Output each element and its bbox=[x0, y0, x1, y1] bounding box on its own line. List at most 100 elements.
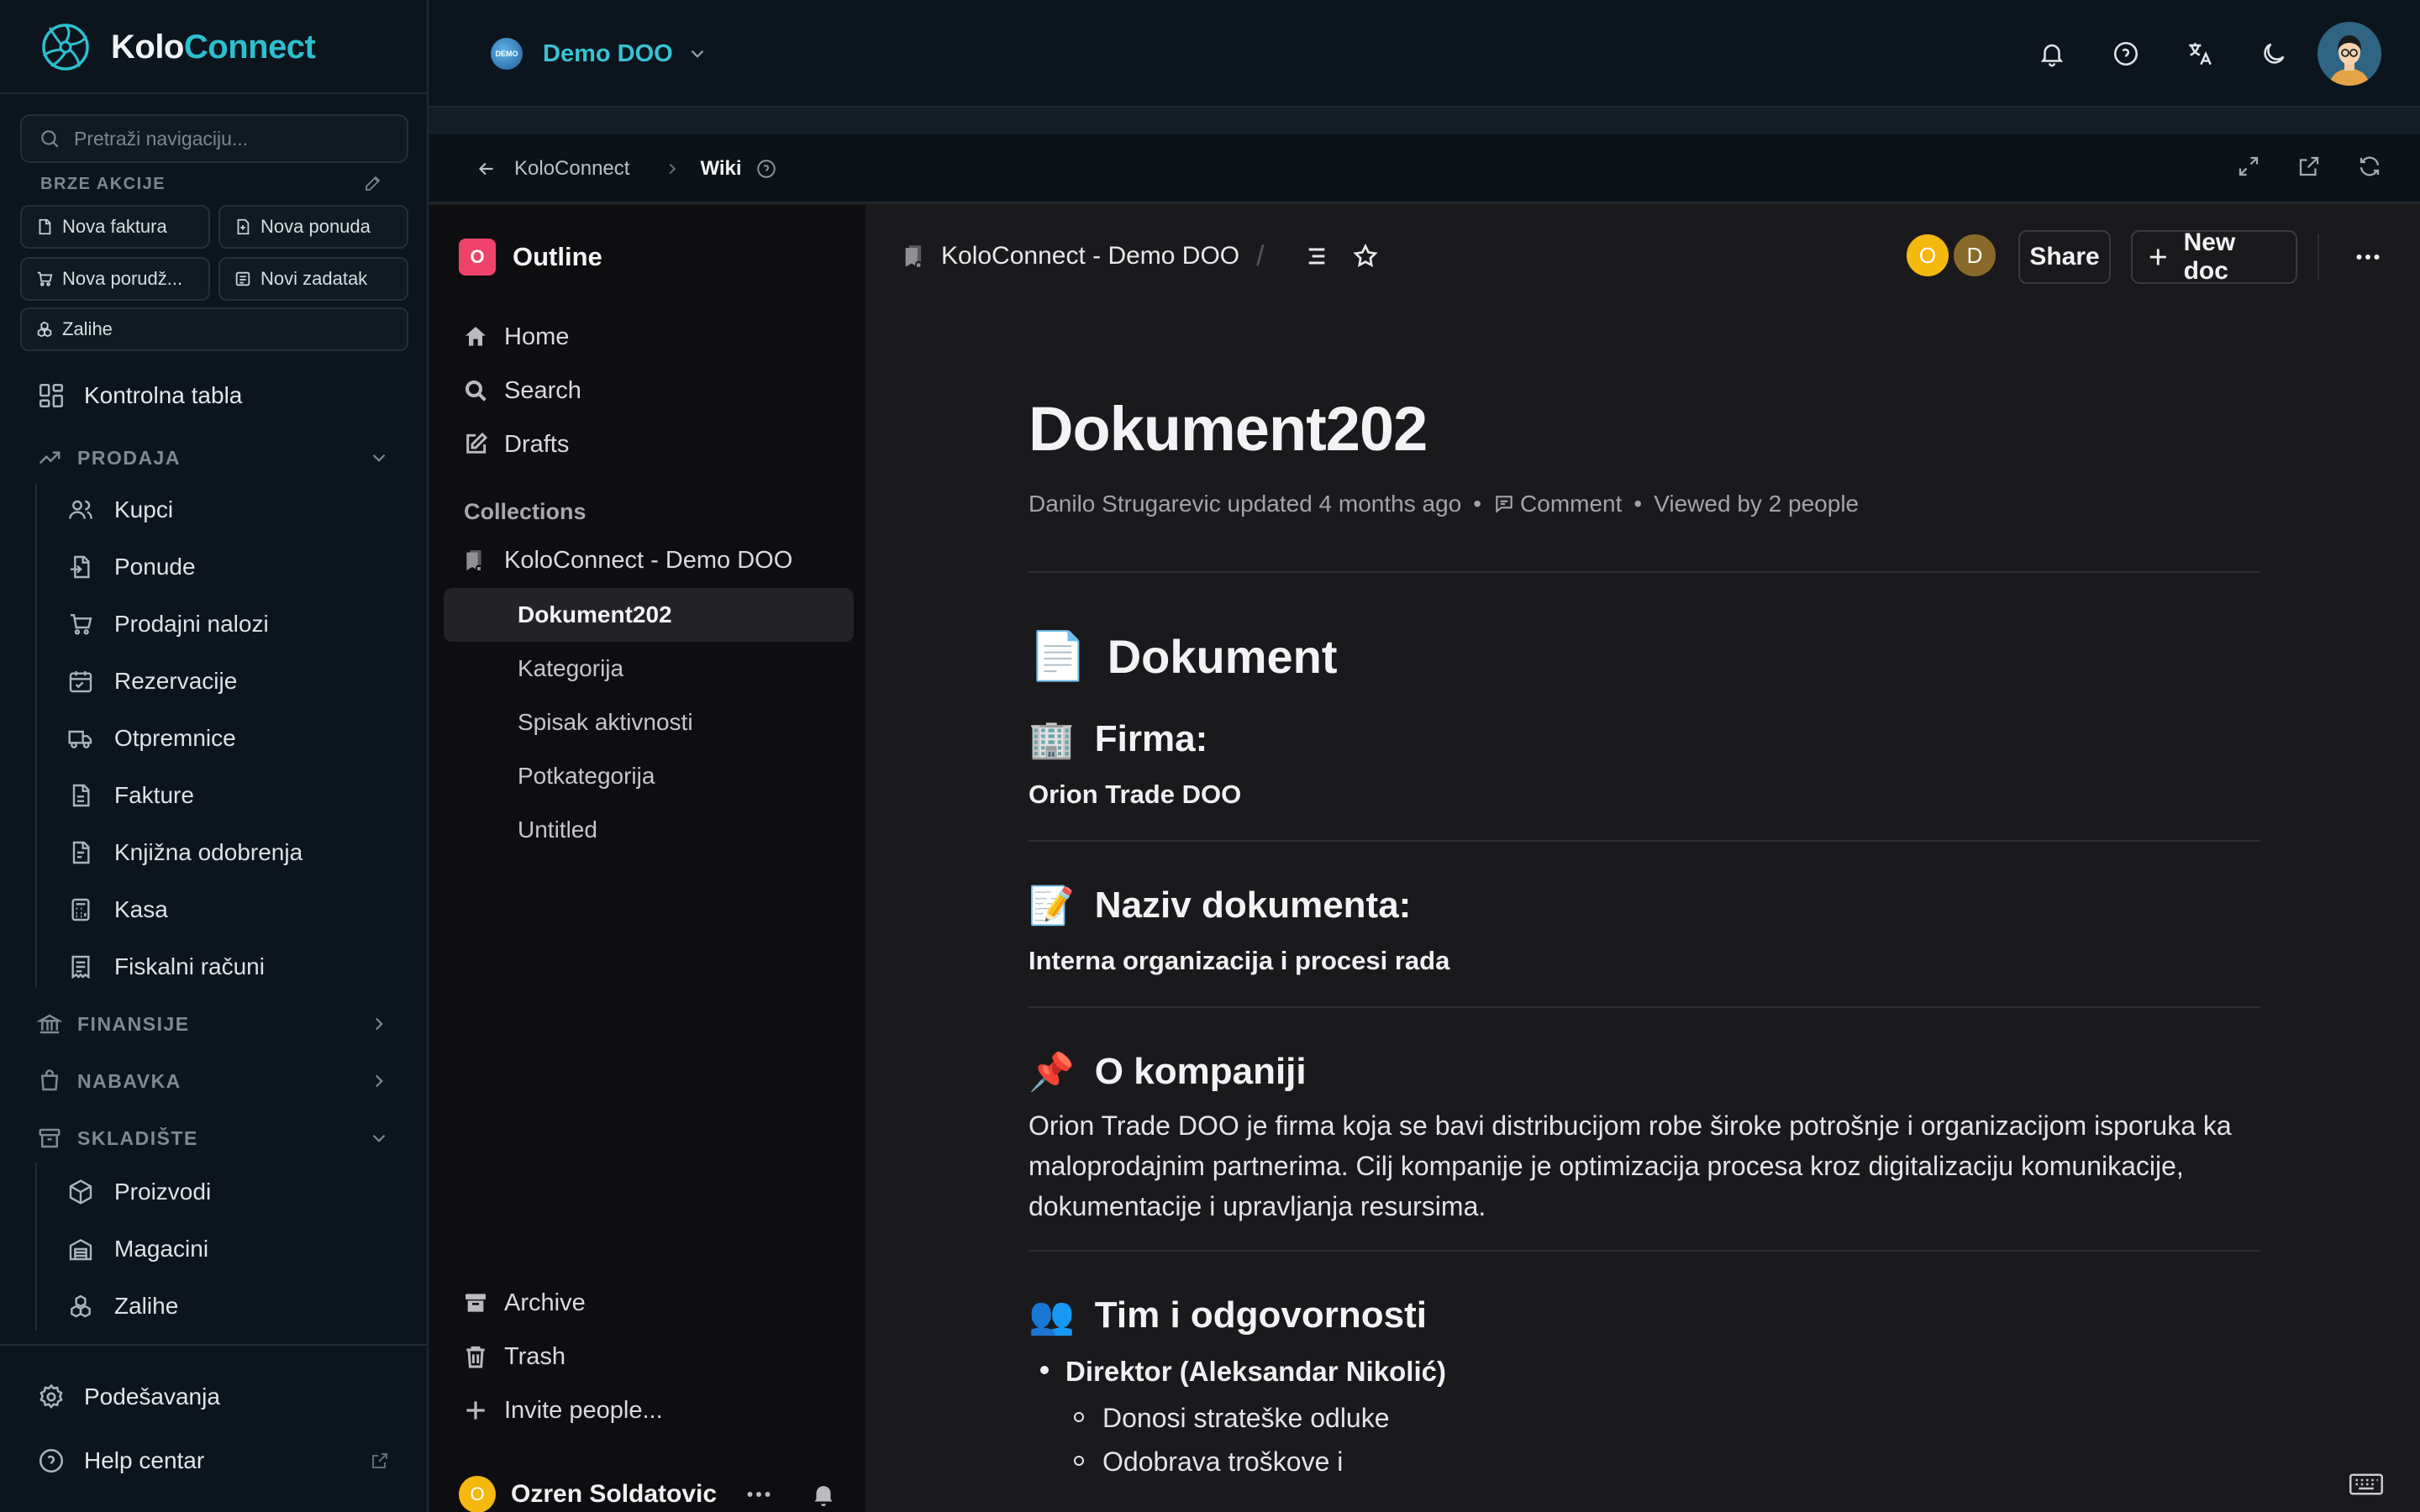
nav-item-magacini[interactable]: Magacini bbox=[67, 1225, 208, 1273]
quick-new-order-button[interactable]: Nova porudž... bbox=[20, 257, 210, 301]
doc-item[interactable]: Untitled bbox=[518, 805, 597, 855]
user-initial-avatar: O bbox=[459, 1476, 496, 1512]
doc-item-active[interactable]: Dokument202 bbox=[518, 590, 672, 640]
nav-section-finansije[interactable]: FINANSIJE bbox=[37, 1003, 390, 1045]
nav-search-box[interactable] bbox=[20, 114, 408, 163]
quick-new-task-button[interactable]: Novi zadatak bbox=[218, 257, 408, 301]
nav-dashboard[interactable]: Kontrolna tabla bbox=[37, 371, 242, 420]
outline-workspace-header[interactable]: O Outline bbox=[459, 239, 602, 276]
sub-header: KoloConnect Wiki bbox=[429, 134, 2420, 203]
doc-meta-viewed[interactable]: Viewed by 2 people bbox=[1654, 491, 1859, 517]
doc-breadcrumb[interactable]: KoloConnect - Demo DOO bbox=[941, 242, 1239, 270]
table-of-contents-icon[interactable] bbox=[1303, 243, 1330, 270]
nav-section-nabavka[interactable]: NABAVKA bbox=[37, 1060, 390, 1102]
chevron-right-icon bbox=[375, 1017, 383, 1031]
nav-section-skladiste[interactable]: SKLADIŠTE bbox=[37, 1117, 390, 1159]
keyboard-icon[interactable] bbox=[2349, 1472, 2383, 1497]
theme-toggle-button[interactable] bbox=[2254, 34, 2294, 74]
share-button[interactable]: Share bbox=[2018, 230, 2111, 284]
doc-meta-comment[interactable]: Comment bbox=[1520, 491, 1622, 517]
nav-label: Fiskalni računi bbox=[114, 953, 265, 979]
nav-dashboard-label: Kontrolna tabla bbox=[84, 382, 243, 408]
company-switcher[interactable]: DEMO Demo DOO bbox=[491, 34, 708, 74]
app-logo[interactable]: KoloConnect bbox=[40, 20, 316, 74]
nav-help-center[interactable]: Help centar bbox=[37, 1436, 390, 1485]
nav-item-zalihe[interactable]: Zalihe bbox=[67, 1282, 178, 1331]
help-circle-icon[interactable] bbox=[755, 158, 777, 180]
heading-dokument: 📄 Dokument bbox=[1028, 628, 2260, 684]
file-import-icon bbox=[71, 555, 90, 579]
heading-tim: 👥 Tim i odgovornosti bbox=[1028, 1294, 2260, 1337]
task-icon bbox=[235, 271, 250, 286]
new-doc-button[interactable]: New doc bbox=[2131, 228, 2297, 285]
outline-nav-search[interactable]: Search bbox=[462, 368, 581, 413]
collections-title: Collections bbox=[464, 499, 587, 524]
outline-nav-drafts[interactable]: Drafts bbox=[462, 422, 569, 467]
open-external-button[interactable] bbox=[2292, 150, 2326, 183]
doc-item[interactable]: Potkategorija bbox=[518, 751, 655, 801]
list-item: Donosi strateške odluke bbox=[1065, 1398, 2260, 1438]
nav-item-otpremnice[interactable]: Otpremnice bbox=[67, 714, 236, 763]
outline-bottom-label: Trash bbox=[504, 1342, 566, 1370]
refresh-button[interactable] bbox=[2353, 150, 2386, 183]
nav-item-fiskalni-racuni[interactable]: Fiskalni računi bbox=[67, 942, 265, 991]
truck-icon bbox=[68, 730, 92, 748]
trash-icon bbox=[466, 1346, 485, 1368]
nav-item-fakture[interactable]: Fakture bbox=[67, 771, 194, 820]
arrow-left-icon[interactable] bbox=[476, 158, 497, 180]
bell-icon[interactable] bbox=[809, 1480, 838, 1509]
quick-new-offer-button[interactable]: Nova ponuda bbox=[218, 205, 408, 249]
collaborator-avatar[interactable]: D bbox=[1951, 232, 1998, 279]
fullscreen-button[interactable] bbox=[2232, 150, 2265, 183]
nav-item-kasa[interactable]: Kasa bbox=[67, 885, 168, 934]
language-button[interactable] bbox=[2180, 34, 2220, 74]
edit-pencil-icon[interactable] bbox=[363, 173, 383, 193]
outline-user[interactable]: O Ozren Soldatovic bbox=[459, 1473, 838, 1512]
file-text-icon bbox=[72, 841, 90, 864]
notifications-button[interactable] bbox=[2032, 34, 2072, 74]
package-icon bbox=[69, 1179, 92, 1205]
doc-title[interactable]: Dokument202 bbox=[1028, 398, 2260, 460]
stock-icon bbox=[37, 321, 52, 338]
outline-nav-home[interactable]: Home bbox=[462, 314, 569, 360]
nav-search-input[interactable] bbox=[74, 127, 393, 150]
breadcrumb: KoloConnect Wiki bbox=[476, 151, 777, 186]
outline-archive[interactable]: Archive bbox=[462, 1280, 586, 1326]
doc-meta-author[interactable]: Danilo Strugarevic updated 4 months ago bbox=[1028, 491, 1461, 517]
help-button[interactable] bbox=[2106, 34, 2146, 74]
doc-item[interactable]: Kategorija bbox=[518, 643, 623, 694]
star-icon[interactable] bbox=[1352, 243, 1379, 270]
section-label: NABAVKA bbox=[77, 1069, 182, 1092]
heading-o-kompaniji: 📌 O kompaniji bbox=[1028, 1050, 2260, 1094]
quick-stock-button[interactable]: Zalihe bbox=[20, 307, 408, 351]
quick-action-label: Nova faktura bbox=[62, 216, 167, 237]
outline-invite-people[interactable]: Invite people... bbox=[462, 1388, 663, 1433]
collaborator-avatar[interactable]: O bbox=[1904, 232, 1951, 279]
nav-section-prodaja[interactable]: PRODAJA bbox=[37, 437, 390, 479]
doc-more-button[interactable] bbox=[2346, 239, 2390, 276]
nav-item-kupci[interactable]: Kupci bbox=[67, 486, 173, 534]
nav-settings[interactable]: Podešavanja bbox=[37, 1373, 220, 1421]
nav-item-rezervacije[interactable]: Rezervacije bbox=[67, 657, 237, 706]
doc-content[interactable]: Dokument202 Danilo Strugarevic updated 4… bbox=[1028, 398, 2260, 1482]
nav-item-proizvodi[interactable]: Proizvodi bbox=[67, 1168, 211, 1216]
doc-item[interactable]: Spisak aktivnosti bbox=[518, 697, 693, 748]
user-avatar[interactable] bbox=[2317, 22, 2381, 86]
breadcrumb-back-link[interactable]: KoloConnect bbox=[514, 157, 629, 181]
nav-item-knjizna-odobrenja[interactable]: Knjižna odobrenja bbox=[67, 828, 302, 877]
collection-item[interactable]: KoloConnect - Demo DOO bbox=[462, 538, 792, 583]
app-name-part2: Connect bbox=[183, 28, 316, 66]
outline-trash[interactable]: Trash bbox=[462, 1334, 566, 1379]
archive-box-icon bbox=[39, 1128, 60, 1148]
more-horizontal-icon[interactable] bbox=[744, 1479, 774, 1509]
collection-icon bbox=[905, 245, 923, 269]
quick-action-label: Zalihe bbox=[62, 318, 113, 339]
quick-new-invoice-button[interactable]: Nova faktura bbox=[20, 205, 210, 249]
home-icon bbox=[466, 327, 486, 346]
nav-item-ponude[interactable]: Ponude bbox=[67, 543, 196, 591]
nav-item-prodajni-nalozi[interactable]: Prodajni nalozi bbox=[67, 600, 269, 648]
divider bbox=[1028, 1006, 2260, 1008]
search-icon bbox=[466, 381, 487, 402]
header-gap bbox=[429, 108, 2420, 134]
heading-text: Naziv dokumenta: bbox=[1094, 885, 1412, 926]
